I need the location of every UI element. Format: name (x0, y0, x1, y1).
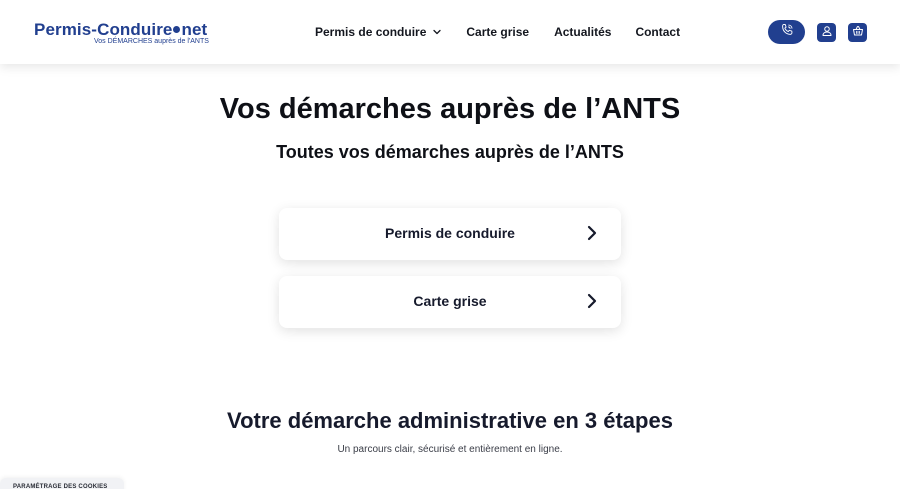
steps-title: Votre démarche administrative en 3 étape… (227, 408, 673, 433)
basket-icon (852, 24, 864, 42)
nav-item-label: Permis de conduire (315, 25, 427, 39)
main-nav: Permis de conduire Carte grise Actualité… (315, 25, 680, 39)
site-logo[interactable]: Permis-Conduire net Vos DÉMARCHES auprès … (34, 21, 209, 46)
steps-subtitle: Un parcours clair, sécurisé et entièreme… (337, 444, 563, 455)
user-icon (821, 24, 833, 42)
card-carte-grise[interactable]: Carte grise (279, 276, 621, 328)
page-title: Vos démarches auprès de l’ANTS (219, 93, 681, 125)
phone-icon (780, 23, 794, 42)
card-label: Permis de conduire (385, 225, 515, 241)
nav-item-contact[interactable]: Contact (635, 25, 680, 39)
nav-item-label: Contact (635, 25, 681, 39)
nav-item-actualites[interactable]: Actualités (554, 25, 611, 39)
logo-name: Permis-Conduire (34, 20, 173, 39)
page-subtitle: Toutes vos démarches auprès de l’ANTS (276, 142, 624, 162)
phone-button[interactable] (768, 20, 805, 44)
site-header: Permis-Conduire net Vos DÉMARCHES auprès … (0, 0, 900, 64)
cookie-settings-button[interactable]: PARAMÉTRAGE DES COOKIES (0, 478, 124, 489)
account-button[interactable] (817, 23, 836, 42)
chevron-right-icon (586, 225, 598, 241)
card-label: Carte grise (413, 293, 487, 309)
logo-tagline: Vos DÉMARCHES auprès de l'ANTS (94, 38, 209, 45)
basket-button[interactable] (848, 23, 867, 42)
logo-title: Permis-Conduire net (34, 21, 207, 39)
nav-item-label: Carte grise (466, 25, 530, 39)
logo-dot (173, 25, 181, 33)
card-permis-de-conduire[interactable]: Permis de conduire (279, 208, 621, 260)
chevron-down-icon (433, 29, 442, 35)
nav-item-label: Actualités (554, 25, 612, 39)
chevron-right-icon (586, 293, 598, 309)
nav-item-permis[interactable]: Permis de conduire (315, 25, 442, 39)
nav-item-carte-grise[interactable]: Carte grise (466, 25, 529, 39)
logo-suffix: net (181, 20, 208, 39)
